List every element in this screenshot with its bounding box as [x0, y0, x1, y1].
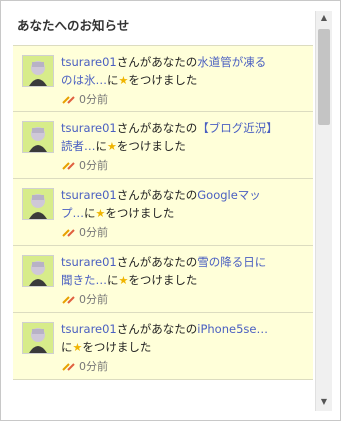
entry-link-cont[interactable]: プ… — [61, 206, 84, 220]
entry-link[interactable]: iPhone5se… — [197, 322, 268, 336]
star-icon: ★ — [118, 274, 129, 287]
user-link[interactable]: tsurare01 — [61, 188, 117, 202]
avatar[interactable] — [22, 188, 54, 220]
vertical-scrollbar[interactable]: ▲ ▼ — [315, 11, 332, 411]
timestamp: 0分前 — [61, 157, 108, 173]
avatar[interactable] — [22, 255, 54, 287]
entry-link[interactable]: 水道管が凍る — [197, 55, 266, 69]
notification-text: tsurare01さんがあなたの【ブログ近況】 読者…に★をつけました — [61, 121, 278, 153]
entry-link-cont[interactable]: のは氷… — [61, 73, 107, 87]
notification-text: tsurare01さんがあなたの雪の降る日に 聞きた…に★をつけました — [61, 255, 267, 287]
list-item[interactable]: tsurare01さんがあなたのGoogleマッ プ…に★をつけました 0分前 — [13, 179, 313, 246]
hatena-bookmark-icon — [61, 293, 77, 305]
panel-title: あなたへのお知らせ — [17, 18, 130, 33]
hatena-bookmark-icon — [61, 360, 77, 372]
notification-text: tsurare01さんがあなたのiPhone5se… に★をつけました — [61, 322, 268, 354]
user-link[interactable]: tsurare01 — [61, 121, 117, 135]
entry-link[interactable]: 【ブログ近況】 — [197, 121, 278, 135]
list-item[interactable]: tsurare01さんがあなたのiPhone5se… に★をつけました 0分前 — [13, 313, 313, 380]
scroll-up-arrow-icon[interactable]: ▲ — [316, 13, 332, 25]
avatar[interactable] — [22, 322, 54, 354]
avatar[interactable] — [22, 121, 54, 153]
scroll-down-arrow-icon[interactable]: ▼ — [316, 397, 332, 409]
list-item[interactable]: tsurare01さんがあなたの水道管が凍る のは氷…に★をつけました 0分前 — [13, 45, 313, 112]
hatena-bookmark-icon — [61, 93, 77, 105]
entry-link-cont[interactable]: 読者… — [61, 139, 96, 153]
star-icon: ★ — [118, 74, 129, 87]
timestamp: 0分前 — [61, 291, 108, 307]
scrollbar-thumb[interactable] — [318, 29, 330, 125]
star-icon: ★ — [107, 140, 117, 153]
notification-text: tsurare01さんがあなたの水道管が凍る のは氷…に★をつけました — [61, 55, 267, 87]
hatena-bookmark-icon — [61, 226, 77, 238]
avatar[interactable] — [22, 55, 54, 87]
entry-link[interactable]: 雪の降る日に — [197, 255, 266, 269]
notification-panel: あなたへのお知らせ tsurare01さんがあなたの水道管が凍る のは氷…に★を… — [0, 0, 341, 421]
list-item[interactable]: tsurare01さんがあなたの【ブログ近況】 読者…に★をつけました 0分前 — [13, 112, 313, 179]
user-link[interactable]: tsurare01 — [61, 255, 117, 269]
list-item[interactable]: tsurare01さんがあなたの雪の降る日に 聞きた…に★をつけました 0分前 — [13, 246, 313, 313]
notification-text: tsurare01さんがあなたのGoogleマッ プ…に★をつけました — [61, 188, 261, 220]
entry-link[interactable]: Googleマッ — [197, 188, 261, 202]
timestamp: 0分前 — [61, 224, 108, 240]
hatena-bookmark-icon — [61, 159, 77, 171]
entry-link-cont[interactable]: 聞きた… — [61, 273, 107, 287]
user-link[interactable]: tsurare01 — [61, 322, 117, 336]
timestamp: 0分前 — [61, 91, 108, 107]
star-icon: ★ — [72, 341, 83, 354]
notification-list: tsurare01さんがあなたの水道管が凍る のは氷…に★をつけました 0分前 … — [13, 45, 313, 415]
timestamp: 0分前 — [61, 358, 108, 374]
user-link[interactable]: tsurare01 — [61, 55, 117, 69]
star-icon: ★ — [95, 207, 106, 220]
